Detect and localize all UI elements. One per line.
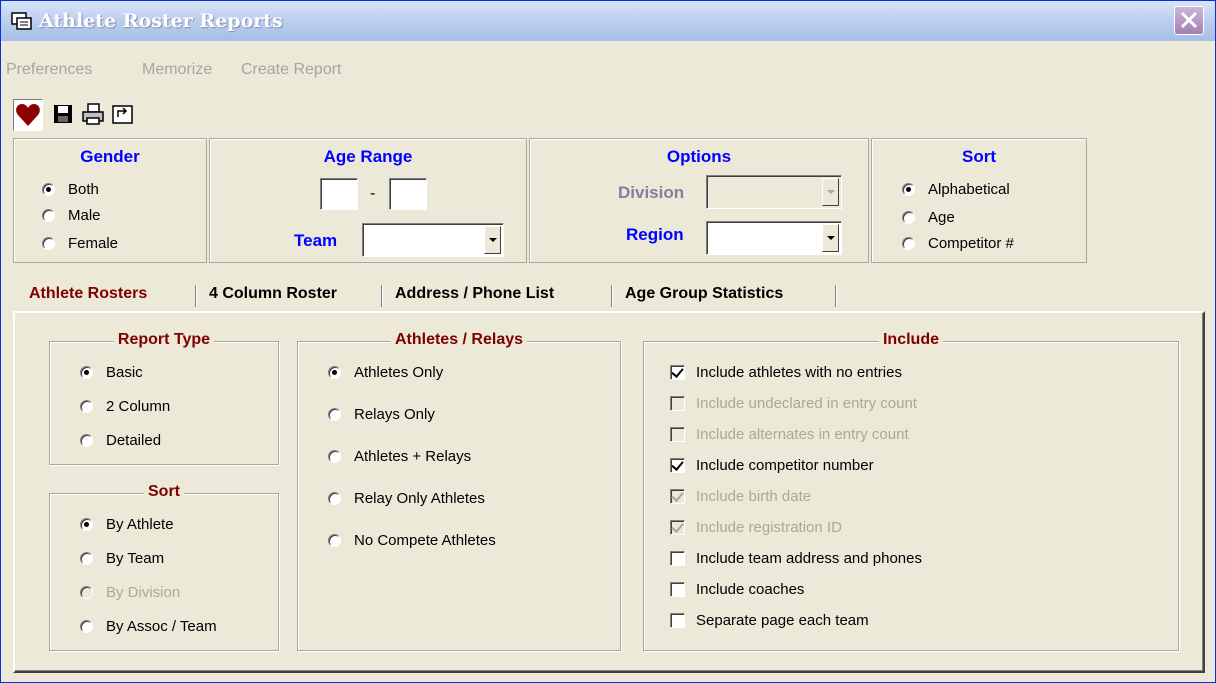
checkbox[interactable] xyxy=(670,365,685,380)
radio-button[interactable] xyxy=(902,237,915,250)
window-title: Athlete Roster Reports xyxy=(39,10,283,32)
checkbox xyxy=(670,396,685,411)
save-icon xyxy=(54,105,72,123)
sort-group: Sort Alphabetical Age Competitor # xyxy=(871,138,1087,263)
include-title: Include xyxy=(878,331,943,348)
checkbox[interactable] xyxy=(670,613,685,628)
close-icon xyxy=(1180,11,1198,29)
tab-separator xyxy=(835,285,837,307)
checkbox xyxy=(670,427,685,442)
athletes-relays-title: Athletes / Relays xyxy=(390,331,528,348)
include-frame: Include Include athletes with no entries… xyxy=(643,331,1179,651)
print-icon xyxy=(82,103,104,125)
chevron-down-icon[interactable] xyxy=(484,226,501,254)
tab-separator xyxy=(381,285,383,307)
radio-button[interactable] xyxy=(80,552,93,565)
radio-button[interactable] xyxy=(902,183,915,196)
report-window: Athlete Roster Reports Preferences Memor… xyxy=(0,0,1216,683)
menu-memorize[interactable]: Memorize xyxy=(142,61,212,79)
athlete-rosters-panel: Report Type Basic 2 Column Detailed Sort… xyxy=(13,311,1205,673)
sort-frame: Sort By Athlete By Team By Division By A… xyxy=(49,483,279,651)
print-button[interactable] xyxy=(79,99,109,131)
region-dropdown[interactable] xyxy=(706,221,842,255)
athletes-relays-frame: Athletes / Relays Athletes Only Relays O… xyxy=(297,331,621,651)
checkbox xyxy=(670,489,685,504)
tab-age-group-statistics[interactable]: Age Group Statistics xyxy=(625,277,783,311)
save-button[interactable] xyxy=(49,99,79,131)
radio-button[interactable] xyxy=(328,492,341,505)
tab-separator xyxy=(611,285,613,307)
radio-button[interactable] xyxy=(80,400,93,413)
region-label: Region xyxy=(626,225,684,244)
age-range-title: Age Range xyxy=(323,147,413,166)
report-type-frame: Report Type Basic 2 Column Detailed xyxy=(49,331,279,465)
export-button[interactable] xyxy=(109,99,139,131)
tab-4-column-roster[interactable]: 4 Column Roster xyxy=(209,277,337,311)
gender-title: Gender xyxy=(80,147,140,166)
radio-button[interactable] xyxy=(42,183,55,196)
checkbox[interactable] xyxy=(670,551,685,566)
team-label: Team xyxy=(294,231,338,250)
checkbox[interactable] xyxy=(670,458,685,473)
radio-button[interactable] xyxy=(328,366,341,379)
sort-title: Sort xyxy=(962,147,996,166)
menu-preferences[interactable]: Preferences xyxy=(6,61,92,79)
sort-frame-title: Sort xyxy=(144,483,184,500)
checkbox xyxy=(670,520,685,535)
options-title: Options xyxy=(666,147,732,166)
favorite-button[interactable] xyxy=(13,99,43,131)
division-label: Division xyxy=(618,183,685,202)
title-bar[interactable]: Athlete Roster Reports xyxy=(1,1,1215,41)
radio-button[interactable] xyxy=(80,620,93,633)
radio-button[interactable] xyxy=(328,408,341,421)
radio-button[interactable] xyxy=(902,211,915,224)
radio-button[interactable] xyxy=(42,209,55,222)
radio-button[interactable] xyxy=(80,434,93,447)
radio-button[interactable] xyxy=(42,237,55,250)
tab-athlete-rosters[interactable]: Athlete Rosters xyxy=(29,277,147,311)
radio-button xyxy=(80,586,93,599)
gender-group: Gender Both Male Female xyxy=(13,138,207,263)
age-from-input[interactable] xyxy=(320,178,358,210)
app-icon xyxy=(11,12,32,30)
heart-icon xyxy=(16,104,40,126)
team-dropdown[interactable] xyxy=(362,223,504,257)
radio-button[interactable] xyxy=(328,450,341,463)
close-button[interactable] xyxy=(1174,6,1204,35)
options-group: Options Division Region xyxy=(529,138,869,263)
chevron-down-icon[interactable] xyxy=(822,224,839,252)
menu-create-report[interactable]: Create Report xyxy=(241,61,342,79)
age-to-input[interactable] xyxy=(389,178,427,210)
radio-button[interactable] xyxy=(328,534,341,547)
export-icon xyxy=(112,105,133,124)
tab-address-phone-list[interactable]: Address / Phone List xyxy=(395,277,554,311)
age-separator: - xyxy=(370,185,376,202)
radio-button[interactable] xyxy=(80,366,93,379)
tab-separator xyxy=(195,285,197,307)
age-range-group: Age Range - Team xyxy=(209,138,527,263)
radio-button[interactable] xyxy=(80,518,93,531)
checkbox[interactable] xyxy=(670,582,685,597)
division-dropdown[interactable] xyxy=(706,175,842,209)
chevron-down-icon[interactable] xyxy=(822,178,839,206)
report-type-title: Report Type xyxy=(113,331,215,348)
